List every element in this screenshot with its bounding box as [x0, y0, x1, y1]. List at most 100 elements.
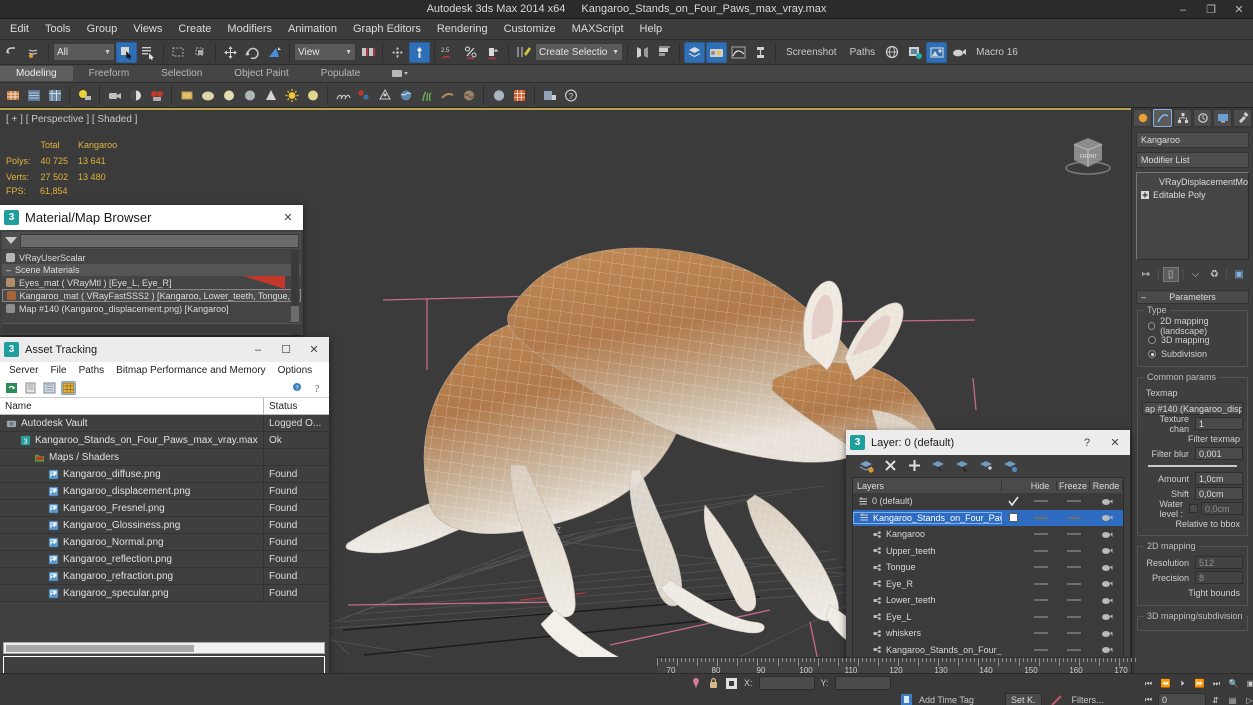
use-pivot-center-icon[interactable]: [357, 42, 378, 63]
add-layer-icon[interactable]: [906, 457, 922, 473]
material-browser-search-row[interactable]: [2, 232, 301, 249]
edit-poly-icon[interactable]: [45, 86, 64, 105]
layer-current-checkbox[interactable]: [1002, 513, 1024, 523]
layer-render-toggle[interactable]: [1090, 530, 1123, 539]
asset-tracking-hscrollbar[interactable]: [3, 642, 325, 654]
menu-item-views[interactable]: Views: [125, 21, 170, 37]
table-row[interactable]: Kangaroo_specular.png Found: [0, 585, 329, 602]
at-menu-server[interactable]: Server: [4, 364, 43, 377]
menu-item-create[interactable]: Create: [170, 21, 219, 37]
layer-row[interactable]: Upper_teeth: [853, 543, 1123, 560]
layer-freeze-toggle[interactable]: [1057, 582, 1090, 585]
list-view-icon[interactable]: [23, 381, 38, 395]
layer-row[interactable]: Kangaroo: [853, 526, 1123, 543]
at-menu-bitmap-performance-and-memory[interactable]: Bitmap Performance and Memory: [111, 364, 271, 377]
precision-value[interactable]: 8: [1195, 571, 1243, 584]
menu-item-group[interactable]: Group: [79, 21, 126, 37]
key-mode-icon[interactable]: ⏮: [1141, 694, 1156, 705]
material-group-scene-materials[interactable]: – Scene Materials: [2, 264, 301, 276]
close-icon[interactable]: ✕: [277, 208, 299, 228]
column-header-name[interactable]: Name: [0, 398, 264, 414]
tree-view-icon[interactable]: [42, 381, 57, 395]
material-browser-titlebar[interactable]: 3 Material/Map Browser ✕: [0, 205, 303, 230]
y-field[interactable]: [834, 676, 891, 690]
zoom-extents-icon[interactable]: ▣: [1243, 677, 1253, 690]
layer-row[interactable]: 0 (default): [853, 493, 1123, 510]
water-icon[interactable]: [396, 86, 415, 105]
filter-blur-value[interactable]: 0,001: [1195, 447, 1243, 460]
column-header-freeze[interactable]: Freeze: [1057, 480, 1090, 491]
parameters-rollout-header[interactable]: – Parameters: [1136, 290, 1249, 304]
list-item-map-140[interactable]: Map #140 (Kangaroo_displacement.png) [Ka…: [2, 302, 301, 315]
layer-hide-toggle[interactable]: [1024, 582, 1057, 585]
filter-blur-row[interactable]: Filter blur 0,001: [1142, 446, 1243, 461]
layer-render-toggle[interactable]: [1090, 497, 1123, 506]
water-level-row[interactable]: Water level : 0,0cm: [1142, 499, 1243, 519]
minimize-icon[interactable]: –: [1169, 0, 1197, 19]
schematic-view-icon[interactable]: [750, 42, 771, 63]
close-icon[interactable]: ✕: [1225, 0, 1253, 19]
resolution-value[interactable]: 512: [1195, 556, 1243, 569]
maximize-restore-icon[interactable]: ❐: [1197, 0, 1225, 19]
add-time-tag-icon[interactable]: [900, 693, 913, 705]
layer-row[interactable]: Eye_L: [853, 609, 1123, 626]
go-to-end-icon[interactable]: ⏭: [1209, 677, 1224, 690]
cylinder-primitive-icon[interactable]: [219, 86, 238, 105]
type-option-subdivision[interactable]: Subdivision: [1142, 347, 1243, 361]
table-row[interactable]: Autodesk Vault Logged O...: [0, 415, 329, 432]
lock-icon[interactable]: [708, 677, 719, 690]
list-item-kangaroo-mat[interactable]: Kangaroo_mat ( VRayFastSSS2 ) [Kangaroo,…: [2, 289, 301, 302]
tab-motion[interactable]: [1193, 109, 1212, 127]
menu-item-maxscript[interactable]: MAXScript: [564, 21, 632, 37]
render-frame-window-icon[interactable]: [926, 41, 948, 63]
list-item-vrayuserscalar[interactable]: VRayUserScalar: [2, 251, 301, 264]
table-row[interactable]: Kangaroo_diffuse.png Found: [0, 466, 329, 483]
angle-snap-icon[interactable]: 2.5: [439, 42, 460, 63]
layer-row[interactable]: Eye_R: [853, 576, 1123, 593]
render-swatch-icon[interactable]: [540, 86, 559, 105]
resolution-row[interactable]: Resolution 512: [1142, 555, 1243, 570]
play-animation-icon[interactable]: ⏵: [1175, 677, 1190, 690]
column-header-layers[interactable]: Layers: [853, 480, 1002, 491]
globe-icon[interactable]: [882, 42, 903, 63]
refresh-icon[interactable]: [4, 381, 19, 395]
layer-render-toggle[interactable]: [1090, 513, 1123, 522]
layer-hide-toggle[interactable]: [1024, 615, 1057, 618]
x-field[interactable]: [758, 676, 815, 690]
layer-manager-icon[interactable]: [684, 41, 705, 63]
material-map-browser-window[interactable]: 3 Material/Map Browser ✕ VRayUserScalar …: [0, 205, 303, 335]
minimize-icon[interactable]: –: [247, 340, 269, 360]
maximize-icon[interactable]: ☐: [275, 340, 297, 360]
asset-tracking-window[interactable]: 3 Asset Tracking – ☐ ✕ Server File Paths Bi…: [0, 337, 329, 674]
modifier-stack-item-1[interactable]: Editable Poly: [1139, 188, 1246, 201]
box-primitive-icon[interactable]: [177, 86, 196, 105]
layer-current-checkbox[interactable]: [1002, 496, 1024, 507]
add-selection-to-layer-icon[interactable]: [978, 457, 994, 473]
align-icon[interactable]: [654, 42, 675, 63]
layer-row[interactable]: Tongue: [853, 559, 1123, 576]
select-and-move-icon[interactable]: [220, 42, 241, 63]
show-end-result-icon[interactable]: ▯: [1162, 266, 1179, 282]
table-row[interactable]: Maps / Shaders: [0, 449, 329, 466]
help-icon[interactable]: ?: [561, 86, 580, 105]
at-menu-file[interactable]: File: [45, 364, 71, 377]
layer-row[interactable]: whiskers: [853, 625, 1123, 642]
reference-coord-combo[interactable]: View ▼: [294, 43, 356, 61]
menu-item-rendering[interactable]: Rendering: [429, 21, 496, 37]
asset-tracking-titlebar[interactable]: 3 Asset Tracking – ☐ ✕: [0, 337, 329, 362]
help-icon[interactable]: ?: [310, 381, 325, 395]
screenshot-label[interactable]: Screenshot: [780, 47, 843, 58]
close-icon[interactable]: ✕: [303, 340, 325, 360]
table-row[interactable]: Kangaroo_reflection.png Found: [0, 551, 329, 568]
layer-render-toggle[interactable]: [1090, 612, 1123, 621]
modify-selection-icon[interactable]: [24, 86, 43, 105]
ribbon-tab-freeform[interactable]: Freeform: [73, 66, 146, 81]
layer-freeze-toggle[interactable]: [1057, 500, 1090, 503]
close-icon[interactable]: ✕: [1104, 433, 1126, 453]
amount-value[interactable]: 1,0cm: [1195, 472, 1243, 485]
layer-freeze-toggle[interactable]: [1057, 549, 1090, 552]
current-frame-field[interactable]: 0: [1158, 693, 1206, 705]
named-selection-set-combo[interactable]: Create Selection S ▼: [535, 43, 623, 61]
viewcube[interactable]: FRONT: [1058, 130, 1118, 178]
layer-freeze-toggle[interactable]: [1057, 632, 1090, 635]
